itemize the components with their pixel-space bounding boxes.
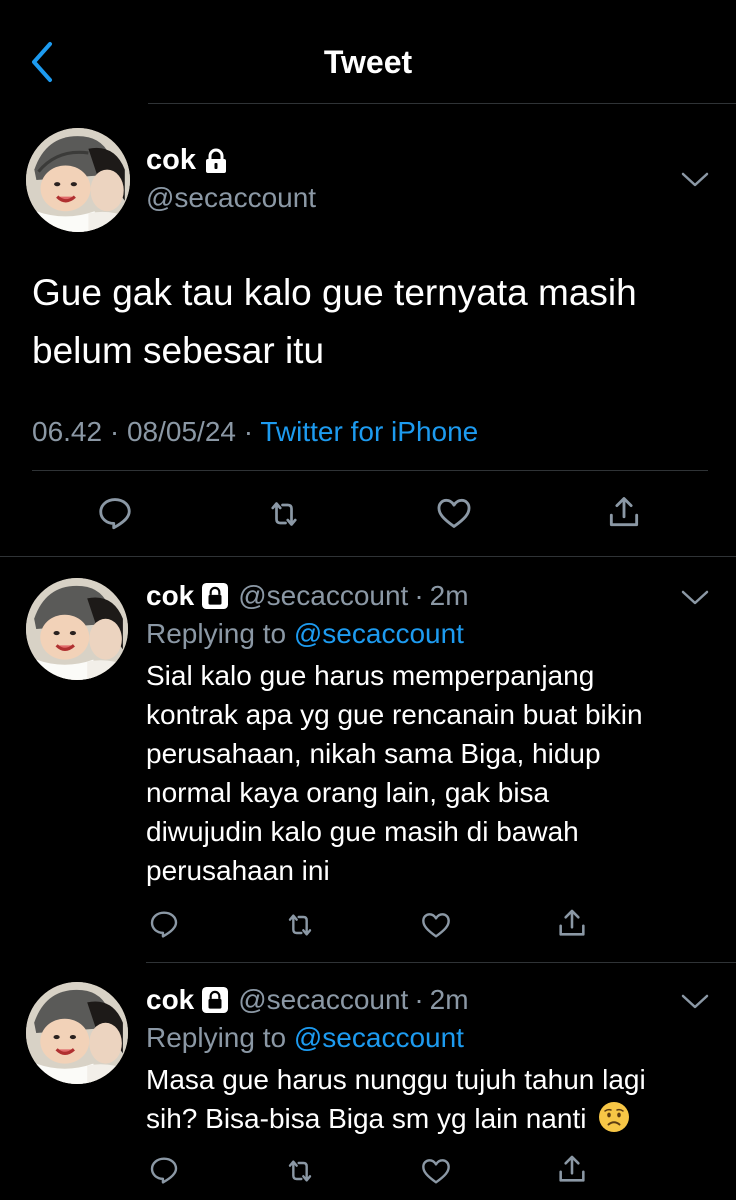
replying-to-link[interactable]: @secaccount [294,618,464,649]
reply-icon [99,498,131,530]
reply-tweet[interactable]: cok @secaccount · 2m Replying to @secacc… [0,558,736,962]
tweet-time: 06.42 [32,416,103,447]
author-row: cok [146,144,228,177]
divider [0,556,736,557]
avatar-photo [26,578,128,680]
share-icon [559,909,585,936]
author-name[interactable]: cok [146,984,194,1016]
reply-header: cok @secaccount · 2m [146,580,469,612]
author-handle[interactable]: @secaccount [238,984,408,1016]
tweet-time: 2m [429,984,469,1015]
separator: · [414,580,424,611]
share-button[interactable] [554,1150,590,1188]
worried-face-icon [599,1102,630,1132]
retweet-icon [288,914,312,936]
tweet-text-line: belum sebesar itu [32,330,325,371]
tweet-text-line: perusahaan, nikah sama Biga, hidup [146,738,601,769]
reply-tweet[interactable]: cok @secaccount · 2m Replying to @secacc… [0,962,736,1200]
chevron-down-icon[interactable] [680,992,710,1012]
tweet-time: 2m [429,580,469,611]
tweet-date: 08/05/24 [126,416,236,447]
share-icon [609,497,639,527]
page-title: Tweet [323,44,413,80]
tweet-source-link[interactable]: Twitter for iPhone [260,416,478,447]
tweet-text-line: normal kaya orang lain, gak bisa [146,777,550,808]
chevron-down-icon[interactable] [680,588,710,608]
replying-to: Replying to @secaccount [146,1022,464,1054]
tweet-text: Sial kalo gue harus memperpanjang kontra… [146,656,716,890]
avatar[interactable] [26,982,128,1084]
tweet-text: Gue gak tau kalo gue ternyata masih belu… [32,264,712,380]
retweet-button[interactable] [262,494,306,534]
lock-icon [202,987,229,1013]
author-name[interactable]: cok [146,580,194,612]
like-button[interactable] [418,1154,454,1188]
tweet-text-line: kontrak apa yg gue rencanain buat bikin [146,699,643,730]
reply-button[interactable] [94,492,136,534]
top-bar: Tweet [0,0,736,104]
heart-icon [422,1159,450,1184]
avatar-photo [26,128,130,232]
main-tweet: cok @secaccount Gue gak tau kalo gue ter… [0,104,736,556]
tweet-text-line: Sial kalo gue harus memperpanjang [146,660,595,691]
tweet-text-line: diwujudin kalo gue masih di bawah [146,816,579,847]
replying-to: Replying to @secaccount [146,618,464,650]
retweet-icon [288,1160,312,1182]
retweet-button[interactable] [282,908,318,942]
separator: · [243,416,254,447]
replying-label: Replying to [146,1022,287,1053]
chevron-down-icon[interactable] [680,170,710,190]
like-button[interactable] [432,492,476,534]
tweet-text: Masa gue harus nunggu tujuh tahun lagi s… [146,1060,716,1138]
tweet-text-line: Gue gak tau kalo gue ternyata masih [32,272,637,313]
retweet-button[interactable] [282,1154,318,1188]
share-button[interactable] [554,904,590,942]
separator: · [414,984,424,1015]
replying-label: Replying to [146,618,287,649]
reply-icon [150,911,178,938]
share-icon [559,1155,585,1182]
tweet-meta: 06.42 · 08/05/24 · Twitter for iPhone [32,416,478,448]
reply-button[interactable] [146,906,182,942]
lock-icon [205,148,226,173]
tweet-text-line-with-emoji: sih? Bisa-bisa Biga sm yg lain nanti [146,1099,716,1138]
heart-icon [422,913,450,938]
reply-icon [150,1157,178,1184]
avatar-photo [26,982,128,1084]
tweet-text-line: Masa gue harus nunggu tujuh tahun lagi [146,1064,646,1095]
like-button[interactable] [418,908,454,942]
lock-icon [202,583,229,609]
tweet-text-line: perusahaan ini [146,855,330,886]
share-button[interactable] [604,490,644,534]
separator: · [109,416,120,447]
author-handle[interactable]: @secaccount [238,580,408,612]
tweet-text-line: sih? Bisa-bisa Biga sm yg lain nanti [146,1103,587,1134]
avatar[interactable] [26,128,130,232]
reply-header: cok @secaccount · 2m [146,984,469,1016]
author-name[interactable]: cok [146,144,196,177]
avatar[interactable] [26,578,128,680]
author-handle[interactable]: @secaccount [146,182,316,214]
divider [32,470,708,471]
replying-to-link[interactable]: @secaccount [294,1022,464,1053]
reply-button[interactable] [146,1152,182,1188]
retweet-icon [271,502,297,526]
heart-icon [437,498,471,528]
